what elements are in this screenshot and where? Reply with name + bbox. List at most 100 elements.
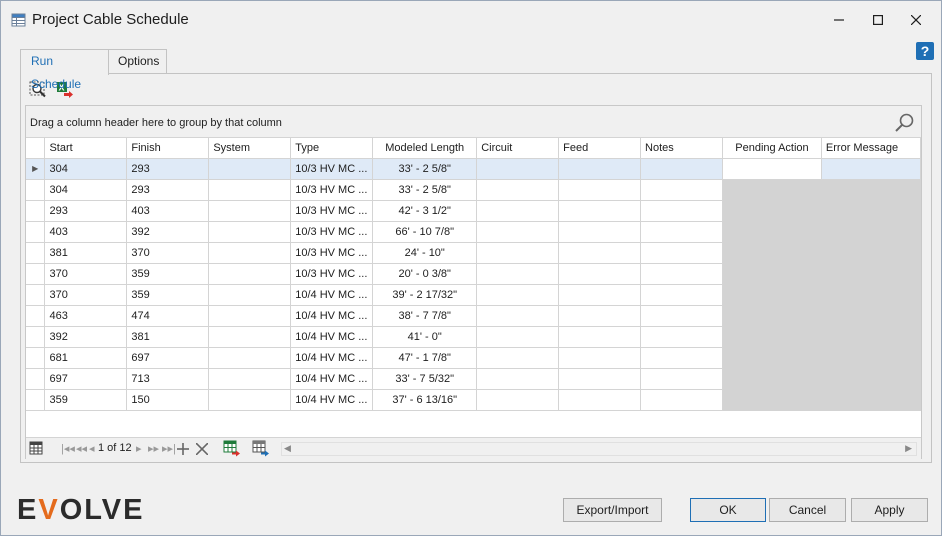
table-cell[interactable]: 10/3 HV MC ...	[290, 242, 374, 264]
delete-record-icon[interactable]	[196, 443, 208, 455]
table-cell[interactable]: 10/3 HV MC ...	[290, 158, 374, 180]
table-cell[interactable]: 10/3 HV MC ...	[290, 221, 374, 243]
table-cell[interactable]	[821, 284, 922, 306]
row-indicator[interactable]	[26, 179, 46, 201]
table-cell[interactable]	[476, 242, 560, 264]
row-indicator[interactable]	[26, 389, 46, 411]
table-row[interactable]: 370 359 10/3 HV MC ... 20' - 0 3/8"	[26, 263, 922, 285]
table-cell[interactable]	[821, 179, 922, 201]
table-cell[interactable]	[722, 200, 822, 222]
next-page-icon[interactable]: ▸▸	[148, 442, 159, 456]
export-rows-icon[interactable]	[223, 440, 241, 457]
table-cell[interactable]	[722, 179, 822, 201]
table-cell[interactable]	[821, 347, 922, 369]
table-cell[interactable]	[821, 326, 922, 348]
table-cell[interactable]: 381	[44, 242, 128, 264]
table-cell[interactable]: 10/4 HV MC ...	[290, 389, 374, 411]
table-cell[interactable]: 359	[126, 284, 210, 306]
minimize-button[interactable]	[826, 9, 852, 31]
table-cell[interactable]	[722, 158, 822, 180]
table-cell[interactable]	[640, 347, 723, 369]
table-cell[interactable]: 10/4 HV MC ...	[290, 305, 374, 327]
table-cell[interactable]	[558, 305, 642, 327]
table-row[interactable]: 359 150 10/4 HV MC ... 37' - 6 13/16"	[26, 389, 922, 411]
table-cell[interactable]	[821, 221, 922, 243]
table-cell[interactable]: 697	[126, 347, 210, 369]
table-cell[interactable]	[640, 200, 723, 222]
scroll-right-icon[interactable]: ▶	[905, 443, 912, 454]
table-row[interactable]: 697 713 10/4 HV MC ... 33' - 7 5/32"	[26, 368, 922, 390]
column-header-notes[interactable]: Notes	[640, 138, 723, 159]
table-cell[interactable]	[640, 263, 723, 285]
table-cell[interactable]	[476, 221, 560, 243]
table-cell[interactable]	[208, 263, 292, 285]
table-cell[interactable]: 293	[126, 158, 210, 180]
table-cell[interactable]	[476, 179, 560, 201]
table-cell[interactable]	[558, 284, 642, 306]
table-row[interactable]: 403 392 10/3 HV MC ... 66' - 10 7/8"	[26, 221, 922, 243]
table-cell[interactable]: 370	[44, 284, 128, 306]
table-cell[interactable]: 33' - 2 5/8"	[372, 158, 478, 180]
table-cell[interactable]	[640, 179, 723, 201]
table-cell[interactable]: 392	[126, 221, 210, 243]
page-indicator[interactable]: 1 of 12	[98, 442, 132, 454]
table-cell[interactable]	[722, 347, 822, 369]
row-indicator[interactable]	[26, 284, 46, 306]
table-cell[interactable]	[208, 305, 292, 327]
first-page-icon[interactable]: |◂◂	[61, 442, 75, 456]
help-button[interactable]: ?	[916, 42, 934, 60]
search-icon[interactable]	[894, 112, 916, 134]
table-cell[interactable]: 359	[126, 263, 210, 285]
table-cell[interactable]	[476, 347, 560, 369]
table-cell[interactable]: 392	[44, 326, 128, 348]
table-cell[interactable]: 10/3 HV MC ...	[290, 263, 374, 285]
table-cell[interactable]	[640, 368, 723, 390]
table-cell[interactable]	[821, 158, 922, 180]
column-header-type[interactable]: Type	[290, 138, 374, 159]
table-cell[interactable]	[558, 200, 642, 222]
table-cell[interactable]	[821, 242, 922, 264]
column-header-modeled-length[interactable]: Modeled Length	[372, 138, 478, 159]
table-cell[interactable]	[476, 200, 560, 222]
table-cell[interactable]	[821, 200, 922, 222]
table-cell[interactable]: 66' - 10 7/8"	[372, 221, 478, 243]
grid-settings-icon[interactable]	[29, 441, 43, 455]
table-cell[interactable]	[476, 368, 560, 390]
table-cell[interactable]: 403	[44, 221, 128, 243]
table-cell[interactable]	[208, 347, 292, 369]
column-header-feed[interactable]: Feed	[558, 138, 642, 159]
table-row[interactable]: 392 381 10/4 HV MC ... 41' - 0"	[26, 326, 922, 348]
tab-run-schedule[interactable]: Run Schedule	[20, 49, 109, 91]
table-cell[interactable]	[558, 263, 642, 285]
table-cell[interactable]	[476, 263, 560, 285]
row-indicator[interactable]	[26, 305, 46, 327]
table-cell[interactable]	[640, 221, 723, 243]
table-row[interactable]: 681 697 10/4 HV MC ... 47' - 1 7/8"	[26, 347, 922, 369]
table-cell[interactable]	[208, 179, 292, 201]
row-indicator[interactable]	[26, 347, 46, 369]
column-header-error-message[interactable]: Error Message	[821, 138, 922, 159]
table-cell[interactable]	[558, 347, 642, 369]
table-cell[interactable]	[722, 368, 822, 390]
row-indicator[interactable]	[26, 326, 46, 348]
table-cell[interactable]: 33' - 7 5/32"	[372, 368, 478, 390]
table-cell[interactable]	[208, 368, 292, 390]
table-cell[interactable]: 47' - 1 7/8"	[372, 347, 478, 369]
table-cell[interactable]	[722, 305, 822, 327]
table-cell[interactable]	[208, 200, 292, 222]
ok-button[interactable]: OK	[690, 498, 766, 522]
table-cell[interactable]	[208, 389, 292, 411]
row-indicator[interactable]: ▶	[26, 158, 46, 180]
table-cell[interactable]: 24' - 10"	[372, 242, 478, 264]
table-cell[interactable]: 37' - 6 13/16"	[372, 389, 478, 411]
table-cell[interactable]: 463	[44, 305, 128, 327]
table-cell[interactable]: 304	[44, 179, 128, 201]
row-indicator[interactable]	[26, 221, 46, 243]
table-cell[interactable]: 474	[126, 305, 210, 327]
column-header-start[interactable]: Start	[44, 138, 128, 159]
table-cell[interactable]: 293	[44, 200, 128, 222]
table-cell[interactable]: 33' - 2 5/8"	[372, 179, 478, 201]
table-cell[interactable]	[476, 284, 560, 306]
table-cell[interactable]	[722, 326, 822, 348]
table-cell[interactable]	[722, 389, 822, 411]
